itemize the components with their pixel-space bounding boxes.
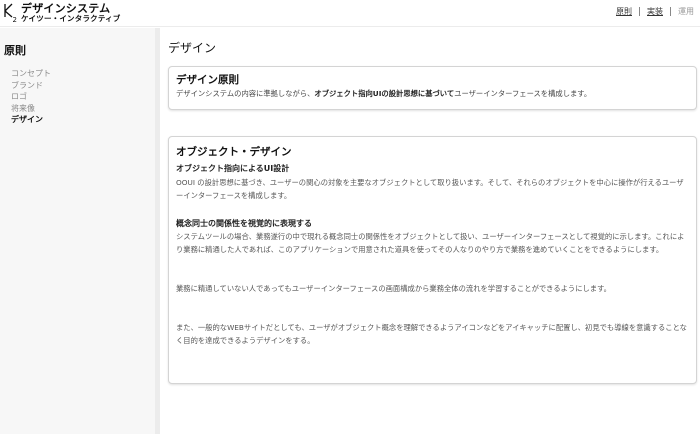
k2-logo-icon[interactable]: 2: [3, 3, 19, 23]
card-title: デザイン原則: [176, 74, 239, 86]
main-content: デザイン デザイン原則 デザインシステムの内容に準拠しながら、オブジェクト指向U…: [160, 28, 700, 434]
nav-separator: [639, 7, 640, 16]
sidebar-item-future[interactable]: 将来像: [11, 103, 51, 115]
nav-link-principles[interactable]: 原則: [616, 6, 632, 17]
section-heading: 概念同士の関係性を視覚的に表現する: [176, 219, 312, 228]
sidebar-item-brand[interactable]: ブランド: [11, 80, 51, 92]
section-text: OOUI の設計思想に基づき、ユーザーの関心の対象を主要なオブジェクトとして取り…: [176, 178, 684, 200]
sidebar-item-concept[interactable]: コンセプト: [11, 68, 51, 80]
object-design-card: オブジェクト・デザイン オブジェクト指向によるUI設計 OOUI の設計思想に基…: [168, 136, 697, 384]
section-heading: オブジェクト指向によるUI設計: [176, 164, 290, 173]
sidebar-list: コンセプト ブランド ロゴ 将来像 デザイン: [11, 68, 51, 126]
svg-text:2: 2: [13, 16, 17, 23]
nav-link-operation: 運用: [678, 7, 694, 16]
sidebar: 原則 コンセプト ブランド ロゴ 将来像 デザイン: [0, 28, 160, 434]
section-text: システムツールの場合、業務遂行の中で現れる概念同士の関係性をオブジェクトとして扱…: [176, 232, 685, 254]
card-text-bold: オブジェクト指向UIの設計思想に基づいて: [314, 89, 455, 98]
nav-link-implementation[interactable]: 実装: [647, 6, 663, 17]
nav-separator: [670, 7, 671, 16]
design-principles-card: デザイン原則 デザインシステムの内容に準拠しながら、オブジェクト指向UIの設計思…: [168, 66, 697, 110]
page-title: デザイン: [168, 41, 217, 55]
card-text-part: デザインシステムの内容に準拠しながら、: [176, 89, 315, 98]
paragraph: また、一般的なWEBサイトだとしても、ユーザがオブジェクト概念を理解できるようア…: [176, 323, 687, 345]
brand[interactable]: デザインシステム ケイツー・インタラクティブ: [21, 3, 121, 23]
top-header: 2 デザインシステム ケイツー・インタラクティブ 原則 実装 運用: [0, 0, 700, 27]
top-nav: 原則 実装 運用: [616, 6, 694, 17]
sidebar-item-logo[interactable]: ロゴ: [11, 91, 51, 103]
card-text: デザインシステムの内容に準拠しながら、オブジェクト指向UIの設計思想に基づいてユ…: [176, 88, 688, 101]
card-title: オブジェクト・デザイン: [176, 146, 292, 158]
paragraph: 業務に精通していない人であってもユーザーインターフェースの画面構成から業務全体の…: [176, 284, 611, 293]
sidebar-title: 原則: [4, 44, 26, 57]
sidebar-item-design[interactable]: デザイン: [11, 114, 51, 126]
card-text-part: ユーザーインターフェースを構成します。: [454, 89, 592, 98]
brand-subtitle: ケイツー・インタラクティブ: [21, 14, 121, 23]
brand-title: デザインシステム: [21, 2, 111, 15]
